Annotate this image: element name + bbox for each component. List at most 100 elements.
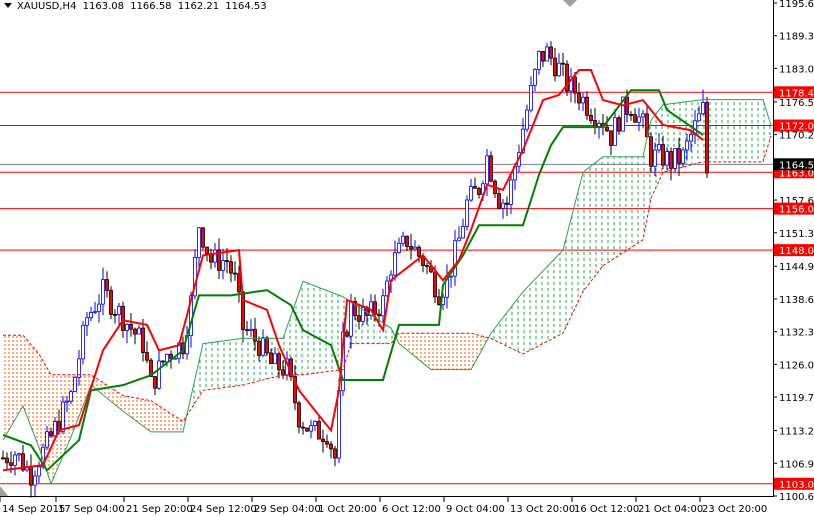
time-tick-label: 24 Sep 12:00 <box>190 504 257 515</box>
candle-bullish <box>681 149 685 164</box>
candle-bullish <box>637 116 641 123</box>
candle-bullish <box>509 179 513 205</box>
cloud-bull-segment <box>367 312 371 344</box>
candle-bearish <box>253 328 257 342</box>
level-price-label: 1172.00 <box>779 122 814 133</box>
dropdown-triangle-icon[interactable] <box>4 3 12 8</box>
candle-bearish <box>265 337 269 354</box>
cloud-bull-segment <box>311 284 315 374</box>
price-chart[interactable]: 1195.601189.301183.001176.551170.251157.… <box>0 0 814 516</box>
cloud-bull-segment <box>627 156 631 251</box>
price-tick-label: 1183.00 <box>779 64 814 75</box>
cloud-bear-segment <box>131 397 135 421</box>
cloud-bear-segment <box>147 399 151 432</box>
high-value: 1166.58 <box>130 1 172 12</box>
candle-bearish <box>577 92 581 104</box>
cloud-bear-segment <box>135 397 139 423</box>
cloud-bull-segment <box>315 285 319 374</box>
cloud-bull-segment <box>747 99 751 162</box>
candle-bullish <box>525 109 529 130</box>
candle-bearish <box>585 96 589 116</box>
low-value: 1162.21 <box>177 1 220 12</box>
candle-bullish <box>61 401 65 432</box>
cloud-bull-segment <box>523 287 527 354</box>
cloud-bear-segment <box>155 403 159 432</box>
cloud-bear-segment <box>451 333 455 370</box>
cloud-bull-segment <box>251 338 255 384</box>
candle-bullish <box>197 227 201 258</box>
scroll-marker-icon <box>0 486 8 496</box>
cloud-bear-segment <box>415 333 419 360</box>
candles <box>1 41 709 498</box>
candle-bullish <box>581 96 585 104</box>
cloud-bull-segment <box>719 99 723 162</box>
candle-bullish <box>157 360 161 389</box>
candle-bullish <box>89 312 93 319</box>
candle-bullish <box>117 305 121 316</box>
cloud-bear-segment <box>459 333 463 370</box>
candle-bullish <box>413 246 417 250</box>
cloud-bull-segment <box>219 341 223 389</box>
candle-bearish <box>49 431 53 437</box>
cloud-bull-segment <box>507 307 511 349</box>
candle-bullish <box>673 148 677 169</box>
cloud-bull-segment <box>599 156 603 271</box>
cloud-bull-segment <box>575 187 579 309</box>
candle-bullish <box>65 400 69 403</box>
price-tick-label: 1100.65 <box>779 492 814 503</box>
cloud-bear-segment <box>19 335 23 413</box>
candle-bearish <box>153 376 157 389</box>
cloud-bull-segment <box>215 341 219 389</box>
cloud-bull-segment <box>203 343 207 391</box>
cloud-bear-segment <box>167 411 171 432</box>
candle-bullish <box>337 390 341 459</box>
cloud-bull-segment <box>547 262 551 342</box>
price-tick-label: 1195.60 <box>779 0 814 10</box>
cloud-bull-segment <box>555 254 559 338</box>
cloud-bull-segment <box>535 275 539 348</box>
time-tick-label: 29 Sep 04:00 <box>254 504 321 515</box>
candle-bearish <box>649 136 653 167</box>
candle-bearish <box>561 62 565 65</box>
level-price-label: 1156.00 <box>779 205 814 216</box>
cloud-bull-segment <box>227 339 231 388</box>
symbol-label: XAUUSD,H4 <box>17 1 77 12</box>
cloud-bull-segment <box>731 99 735 162</box>
candle-bearish <box>233 272 237 275</box>
candle-bearish <box>377 313 381 317</box>
candle-bullish <box>501 202 505 209</box>
cloud-bear-segment <box>439 333 443 370</box>
cloud-bull-segment <box>639 156 643 243</box>
candle-bearish <box>589 114 593 121</box>
candle-bullish <box>313 421 317 427</box>
cloud-bull-segment <box>687 101 691 167</box>
candle-bearish <box>297 402 301 428</box>
candle-bearish <box>321 438 325 442</box>
candle-bearish <box>329 443 333 450</box>
candle-bearish <box>133 328 137 335</box>
time-tick-label: 6 Oct 12:00 <box>382 504 441 515</box>
candle-bearish <box>629 114 633 116</box>
open-value: 1163.08 <box>82 1 124 12</box>
candle-bearish <box>305 427 309 432</box>
candle-bearish <box>417 246 421 257</box>
candle-bearish <box>409 246 413 250</box>
price-tick-label: 1176.55 <box>779 98 814 109</box>
candle-bullish <box>689 133 693 142</box>
cloud-bull-segment <box>211 342 215 390</box>
candle-bearish <box>129 323 133 330</box>
candle-bullish <box>45 431 49 448</box>
candle-bearish <box>9 462 13 466</box>
cloud-bull-segment <box>247 338 251 385</box>
cloud-bear-segment <box>15 335 19 420</box>
candle-bearish <box>257 340 261 356</box>
price-tick-label: 1151.35 <box>779 229 814 240</box>
cloud-bear-segment <box>427 333 431 370</box>
cloud-bull-segment <box>659 104 663 181</box>
cloud-bear-segment <box>411 333 415 357</box>
cloud-bull-segment <box>511 302 515 351</box>
candle-bullish <box>97 303 101 312</box>
chart-shift-marker-icon[interactable] <box>563 0 577 7</box>
candle-bullish <box>665 151 669 166</box>
time-tick-label: 13 Oct 20:00 <box>510 504 575 515</box>
